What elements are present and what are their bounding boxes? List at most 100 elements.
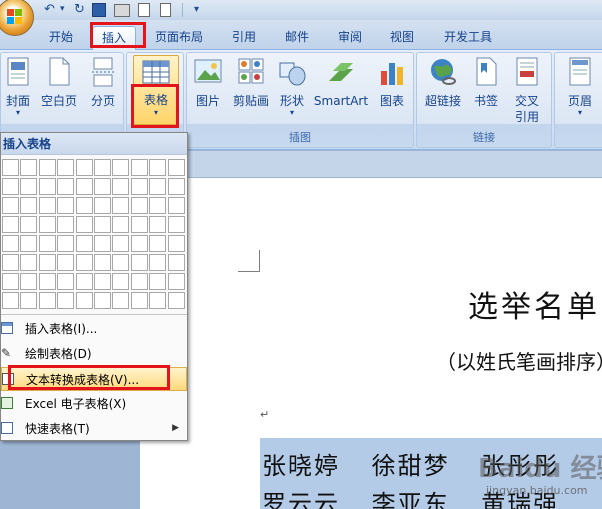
grid-cell[interactable] (112, 197, 130, 214)
grid-cell[interactable] (94, 273, 111, 290)
grid-cell[interactable] (20, 273, 38, 290)
grid-cell[interactable] (94, 216, 111, 233)
grid-cell[interactable] (167, 216, 185, 233)
grid-cell[interactable] (38, 254, 56, 271)
grid-cell[interactable] (149, 273, 167, 290)
hyperlink-button[interactable]: 超链接 (419, 57, 467, 109)
page-break-button[interactable]: 分页 (83, 57, 123, 109)
grid-cell[interactable] (75, 292, 93, 309)
grid-cell[interactable] (2, 197, 19, 214)
tab-references[interactable]: 引用 (224, 26, 264, 50)
grid-cell[interactable] (38, 197, 56, 214)
grid-cell[interactable] (2, 216, 19, 233)
menu-item-quick-tables[interactable]: 快速表格(T) ▶ (1, 417, 187, 441)
grid-cell[interactable] (75, 254, 93, 271)
grid-cell[interactable] (112, 235, 130, 252)
grid-cell[interactable] (38, 273, 56, 290)
grid-cell[interactable] (130, 216, 148, 233)
grid-cell[interactable] (130, 254, 148, 271)
grid-cell[interactable] (38, 178, 56, 195)
header-button[interactable]: 页眉 ▾ (559, 57, 601, 117)
grid-cell[interactable] (57, 178, 75, 195)
grid-cell[interactable] (75, 235, 93, 252)
blank-page-button[interactable]: 空白页 (37, 57, 81, 109)
grid-cell[interactable] (167, 197, 185, 214)
grid-cell[interactable] (94, 292, 111, 309)
grid-cell[interactable] (38, 159, 56, 176)
grid-cell[interactable] (20, 254, 38, 271)
grid-cell[interactable] (94, 197, 111, 214)
cover-page-button[interactable]: 封面 ▾ (1, 57, 35, 117)
grid-cell[interactable] (57, 273, 75, 290)
grid-cell[interactable] (20, 178, 38, 195)
grid-cell[interactable] (149, 197, 167, 214)
menu-item-excel-sheet[interactable]: Excel 电子表格(X) (1, 392, 187, 416)
tab-developer[interactable]: 开发工具 (436, 26, 500, 50)
undo-dropdown-icon[interactable]: ▾ (60, 1, 65, 18)
print-icon[interactable] (114, 4, 130, 17)
grid-cell[interactable] (75, 178, 93, 195)
grid-cell[interactable] (167, 292, 185, 309)
tab-review[interactable]: 审阅 (330, 26, 370, 50)
document-page[interactable]: 选举名单 （以姓氏笔画排序） ↵ 张晓婷 徐甜梦 张彤彤 罗云云 李亚东 黄瑞强… (140, 178, 602, 509)
grid-cell[interactable] (149, 159, 167, 176)
grid-cell[interactable] (112, 254, 130, 271)
save-icon[interactable] (92, 3, 106, 17)
grid-cell[interactable] (57, 292, 75, 309)
redo-icon[interactable]: ↻ (74, 1, 85, 18)
grid-cell[interactable] (20, 292, 38, 309)
grid-cell[interactable] (57, 254, 75, 271)
grid-cell[interactable] (20, 197, 38, 214)
grid-cell[interactable] (112, 273, 130, 290)
grid-cell[interactable] (149, 254, 167, 271)
shapes-button[interactable]: 形状 ▾ (275, 57, 309, 117)
menu-item-draw-table[interactable]: ✎ 绘制表格(D) (1, 342, 187, 366)
grid-cell[interactable] (57, 159, 75, 176)
grid-cell[interactable] (167, 273, 185, 290)
grid-cell[interactable] (130, 197, 148, 214)
grid-cell[interactable] (149, 178, 167, 195)
grid-cell[interactable] (130, 273, 148, 290)
grid-cell[interactable] (2, 273, 19, 290)
grid-cell[interactable] (130, 235, 148, 252)
grid-cell[interactable] (112, 292, 130, 309)
grid-cell[interactable] (2, 235, 19, 252)
grid-cell[interactable] (38, 292, 56, 309)
undo-icon[interactable]: ↶ (44, 1, 55, 18)
grid-cell[interactable] (130, 178, 148, 195)
grid-cell[interactable] (20, 216, 38, 233)
customize-qat-icon[interactable]: ▾ (194, 1, 199, 18)
grid-cell[interactable] (167, 159, 185, 176)
grid-cell[interactable] (112, 159, 130, 176)
grid-cell[interactable] (94, 235, 111, 252)
grid-cell[interactable] (2, 178, 19, 195)
grid-cell[interactable] (75, 273, 93, 290)
grid-cell[interactable] (94, 254, 111, 271)
grid-cell[interactable] (149, 292, 167, 309)
grid-cell[interactable] (75, 216, 93, 233)
grid-cell[interactable] (75, 197, 93, 214)
grid-cell[interactable] (2, 254, 19, 271)
picture-button[interactable]: 图片 (189, 57, 227, 109)
menu-item-insert-table[interactable]: 插入表格(I)... (1, 317, 187, 341)
grid-cell[interactable] (130, 292, 148, 309)
grid-cell[interactable] (20, 235, 38, 252)
grid-cell[interactable] (112, 178, 130, 195)
grid-cell[interactable] (2, 292, 19, 309)
chart-button[interactable]: 图表 (373, 57, 411, 109)
grid-cell[interactable] (57, 235, 75, 252)
grid-cell[interactable] (2, 159, 19, 176)
grid-cell[interactable] (149, 235, 167, 252)
grid-cell[interactable] (130, 159, 148, 176)
grid-cell[interactable] (112, 216, 130, 233)
grid-cell[interactable] (94, 178, 111, 195)
new-document-icon[interactable] (160, 3, 171, 17)
grid-cell[interactable] (94, 159, 111, 176)
grid-cell[interactable] (167, 178, 185, 195)
tab-mailings[interactable]: 邮件 (277, 26, 317, 50)
bookmark-button[interactable]: 书签 (469, 57, 503, 109)
grid-cell[interactable] (149, 216, 167, 233)
cross-reference-button[interactable]: 交叉引用 (505, 57, 549, 125)
tab-home[interactable]: 开始 (40, 26, 82, 50)
smartart-button[interactable]: SmartArt (311, 57, 371, 109)
